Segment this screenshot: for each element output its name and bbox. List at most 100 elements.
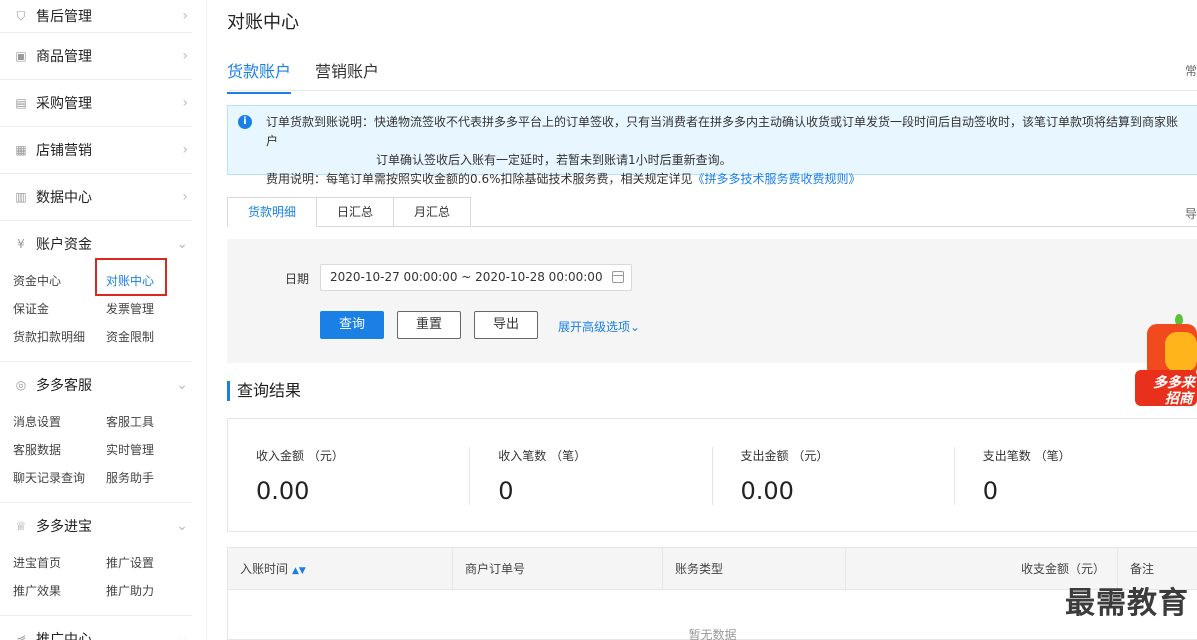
submenu-item-fund-center[interactable]: 资金中心 <box>13 267 106 295</box>
submenu-item-chat-history[interactable]: 聊天记录查询 <box>13 464 106 492</box>
menu-group-jinbao: ♕ 多多进宝 ⌄ 进宝首页 推广设置 推广效果 推广助力 <box>0 503 192 616</box>
menu-label: 账户资金 <box>36 237 92 253</box>
chevron-down-icon: ⌄ <box>176 631 188 640</box>
submenu-item-invoice[interactable]: 发票管理 <box>106 295 199 323</box>
column-header-time[interactable]: 入账时间 ▲▼ <box>228 548 453 589</box>
watermark: 最需教育 <box>1065 586 1189 621</box>
submenu-jinbao: 进宝首页 推广设置 推广效果 推广助力 <box>0 549 192 615</box>
detail-tabs: 货款明细 日汇总 月汇总 <box>227 197 472 227</box>
submenu-customer-service: 消息设置 客服工具 客服数据 实时管理 聊天记录查询 服务助手 <box>0 408 192 502</box>
notice-line-1: 订单货款到账说明：快递物流签收不代表拼多多平台上的订单签收，只有当消费者在拼多多… <box>266 115 1179 148</box>
menu-label: 多多客服 <box>36 378 92 394</box>
info-icon: i <box>238 115 252 129</box>
chevron-down-icon: ⌄ <box>176 236 188 252</box>
menu-label: 采购管理 <box>36 96 92 112</box>
tab-payment-detail[interactable]: 货款明细 <box>227 197 318 227</box>
sub-right-link[interactable]: 导 <box>1185 205 1197 222</box>
menu-label: 商品管理 <box>36 49 92 65</box>
stat-label: 支出金额 （元） <box>740 449 829 463</box>
menu-head-customer-service[interactable]: ◎ 多多客服 ⌄ <box>0 362 192 408</box>
menu-head-data[interactable]: ▥ 数据中心 › <box>0 174 192 220</box>
menu-head-jinbao[interactable]: ♕ 多多进宝 ⌄ <box>0 503 192 549</box>
submenu-item-deposit[interactable]: 保证金 <box>13 295 106 323</box>
sidebar: ⛉ 售后管理 › ▣ 商品管理 › ▤ 采购管理 › ▦ 店铺营销 › ▥ 数据… <box>0 0 207 640</box>
submenu-item-service-assistant[interactable]: 服务助手 <box>106 464 199 492</box>
column-header-type: 账务类型 <box>663 548 846 589</box>
stat-value: 0.00 <box>740 477 794 505</box>
promo-badge[interactable]: 多多来 招商 <box>1135 310 1197 410</box>
submenu-item-deduction-detail[interactable]: 货款扣款明细 <box>13 323 106 351</box>
column-header-order-no: 商户订单号 <box>453 548 663 589</box>
menu-head-marketing[interactable]: ▦ 店铺营销 › <box>0 127 192 173</box>
submenu-item-cs-data[interactable]: 客服数据 <box>13 436 106 464</box>
menu-group-promotion: ⋞ 推广中心 ⌄ <box>0 616 192 640</box>
date-label: 日期 <box>285 272 310 286</box>
submenu-item-message-settings[interactable]: 消息设置 <box>13 408 106 436</box>
menu-group-goods: ▣ 商品管理 › <box>0 33 192 80</box>
query-button[interactable]: 查询 <box>320 311 384 339</box>
submenu-item-promo-settings[interactable]: 推广设置 <box>106 549 199 577</box>
fee-rules-link[interactable]: 《拼多多技术服务费收费规则》 <box>693 172 861 186</box>
chevron-down-icon: ⌄ <box>630 320 641 334</box>
menu-label: 推广中心 <box>36 632 92 640</box>
top-right-link[interactable]: 常 <box>1185 62 1197 79</box>
menu-label: 多多进宝 <box>36 519 92 535</box>
chevron-right-icon: › <box>182 95 188 111</box>
stat-value: 0.00 <box>256 477 310 505</box>
menu-group-customer-service: ◎ 多多客服 ⌄ 消息设置 客服工具 客服数据 实时管理 聊天记录查询 服务助手 <box>0 362 192 503</box>
tab-daily-summary[interactable]: 日汇总 <box>317 197 395 227</box>
tab-monthly-summary[interactable]: 月汇总 <box>394 197 472 227</box>
sort-icon[interactable]: ▲▼ <box>292 566 306 576</box>
stat-label: 收入笔数 （笔） <box>498 449 587 463</box>
menu-group-data: ▥ 数据中心 › <box>0 174 192 221</box>
filter-panel: 日期 2020-10-27 00:00:00 ~ 2020-10-28 00:0… <box>227 239 1197 363</box>
chevron-right-icon: › <box>182 48 188 64</box>
stat-expense-count: 支出笔数 （笔） 0 <box>955 419 1197 531</box>
divider <box>227 90 1197 91</box>
chevron-right-icon: › <box>182 189 188 205</box>
date-range-input[interactable]: 2020-10-27 00:00:00 ~ 2020-10-28 00:00:0… <box>320 264 632 291</box>
menu-head-purchase[interactable]: ▤ 采购管理 › <box>0 80 192 126</box>
stat-income-amount: 收入金额 （元） 0.00 <box>228 419 471 531</box>
tab-payment-account[interactable]: 货款账户 <box>227 58 292 94</box>
bar-chart-icon: ▥ <box>15 190 27 204</box>
tab-marketing-account[interactable]: 营销账户 <box>315 58 379 94</box>
menu-head-after-sales[interactable]: ⛉ 售后管理 › <box>0 0 192 32</box>
export-button[interactable]: 导出 <box>474 311 538 339</box>
advanced-options-link[interactable]: 展开高级选项⌄ <box>558 318 640 335</box>
stat-value: 0 <box>982 477 999 505</box>
submenu-item-promo-boost[interactable]: 推广助力 <box>106 577 199 605</box>
reset-button[interactable]: 重置 <box>397 311 461 339</box>
menu-head-promotion[interactable]: ⋞ 推广中心 ⌄ <box>0 616 192 640</box>
column-label: 入账时间 <box>240 562 289 576</box>
notice-line-2: 订单确认签收后入账有一定延时，若暂未到账请1小时后重新查询。 <box>376 153 732 167</box>
account-tabs: 货款账户 营销账户 <box>227 58 379 94</box>
submenu-item-promo-effect[interactable]: 推广效果 <box>13 577 106 605</box>
headset-icon: ◎ <box>15 378 27 392</box>
promo-text-2: 招商 <box>1165 391 1193 407</box>
date-range-value: 2020-10-27 00:00:00 ~ 2020-10-28 00:00:0… <box>330 270 603 284</box>
treasure-icon: ♕ <box>15 519 27 533</box>
menu-group-after-sales: ⛉ 售后管理 › <box>0 0 192 33</box>
submenu-item-realtime[interactable]: 实时管理 <box>106 436 199 464</box>
stat-value: 0 <box>498 477 514 505</box>
calendar-icon: ▦ <box>15 143 27 157</box>
advanced-options-label: 展开高级选项 <box>558 320 631 334</box>
app: ⛉ 售后管理 › ▣ 商品管理 › ▤ 采购管理 › ▦ 店铺营销 › ▥ 数据… <box>0 0 1197 640</box>
menu-head-goods[interactable]: ▣ 商品管理 › <box>0 33 192 79</box>
calendar-icon[interactable] <box>612 271 624 283</box>
menu-group-purchase: ▤ 采购管理 › <box>0 80 192 127</box>
menu-label: 店铺营销 <box>36 143 92 159</box>
chevron-right-icon: › <box>182 142 188 158</box>
menu-group-marketing: ▦ 店铺营销 › <box>0 127 192 174</box>
notice-banner: i 订单货款到账说明：快递物流签收不代表拼多多平台上的订单签收，只有当消费者在拼… <box>227 105 1197 186</box>
chevron-right-icon: › <box>182 8 188 24</box>
results-table: 入账时间 ▲▼ 商户订单号 账务类型 收支金额（元） 备注 暂无数据 <box>227 547 1197 640</box>
shield-icon: ⛉ <box>16 8 26 23</box>
stat-income-count: 收入笔数 （笔） 0 <box>470 419 713 531</box>
submenu-item-cs-tools[interactable]: 客服工具 <box>106 408 199 436</box>
stats-panel: 收入金额 （元） 0.00 收入笔数 （笔） 0 支出金额 （元） 0.00 支… <box>227 418 1197 532</box>
divider <box>472 226 1197 227</box>
submenu-item-jinbao-home[interactable]: 进宝首页 <box>13 549 106 577</box>
submenu-item-fund-limit[interactable]: 资金限制 <box>106 323 199 351</box>
